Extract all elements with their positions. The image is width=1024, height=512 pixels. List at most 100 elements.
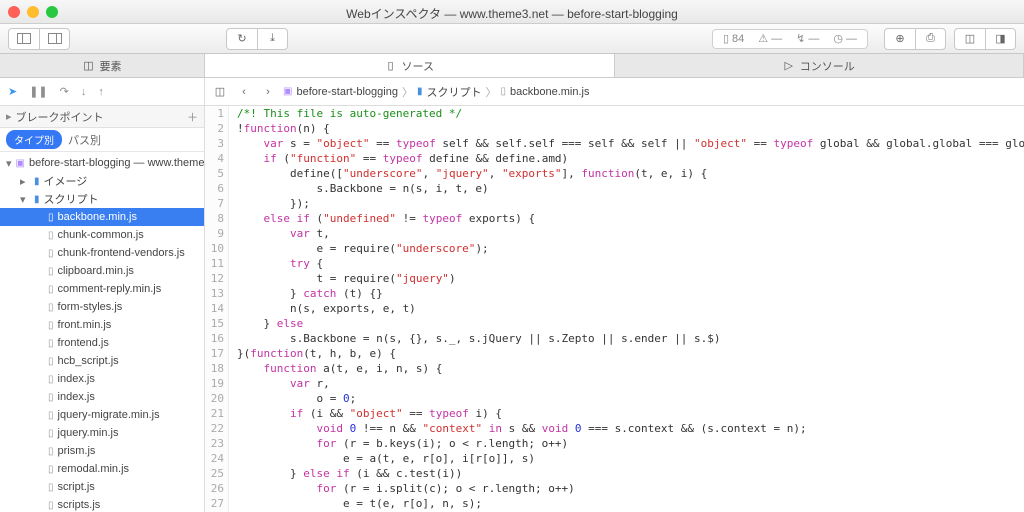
filter-path[interactable]: パス別 bbox=[68, 132, 101, 148]
tab-source[interactable]: ▯ソース bbox=[205, 54, 615, 77]
js-icon: ▯ bbox=[48, 356, 54, 367]
tree-folder-image[interactable]: ▸▮イメージ bbox=[0, 172, 204, 190]
close-button[interactable] bbox=[8, 6, 20, 18]
source-icon: ▯ bbox=[385, 60, 397, 72]
dock-right-icon[interactable]: ◨ bbox=[985, 29, 1015, 49]
minimize-button[interactable] bbox=[27, 6, 39, 18]
js-icon: ▯ bbox=[48, 446, 54, 457]
sidebar-left-icon[interactable] bbox=[9, 29, 39, 49]
js-icon: ▯ bbox=[48, 374, 54, 385]
titlebar: Webインスペクタ — www.theme3.net — before-star… bbox=[0, 0, 1024, 24]
js-icon: ▯ bbox=[48, 428, 54, 439]
tree-file[interactable]: ▯comment-reply.min.js bbox=[0, 280, 204, 298]
back-icon[interactable]: ‹ bbox=[235, 86, 253, 98]
js-icon: ▯ bbox=[48, 320, 54, 331]
tree-file[interactable]: ▯chunk-frontend-vendors.js bbox=[0, 244, 204, 262]
step-over-icon[interactable]: ↷ bbox=[60, 85, 69, 98]
js-icon: ▯ bbox=[48, 230, 54, 241]
plus-icon[interactable]: ＋ bbox=[187, 109, 198, 125]
download-icon[interactable]: ⤓ bbox=[257, 29, 287, 49]
disclosure-icon: ▸ bbox=[6, 110, 12, 123]
window-controls bbox=[8, 6, 58, 18]
tree-file[interactable]: ▯front.min.js bbox=[0, 316, 204, 334]
file-count: ▯84 bbox=[723, 32, 744, 45]
print-icon[interactable]: ⎙ bbox=[915, 29, 945, 49]
bc-file[interactable]: backbone.min.js bbox=[510, 86, 590, 98]
breakpoints-label: ブレークポイント bbox=[16, 109, 104, 125]
tree-file[interactable]: ▯clipboard.min.js bbox=[0, 262, 204, 280]
tree-file[interactable]: ▯jquery-migrate.min.js bbox=[0, 406, 204, 424]
console-icon: ▷ bbox=[783, 60, 795, 72]
tree-folder-script[interactable]: ▾▮スクリプト bbox=[0, 190, 204, 208]
timer-icon: ◷ bbox=[833, 32, 843, 45]
split-icon[interactable]: ◫ bbox=[211, 85, 229, 98]
tree-file[interactable]: ▯index.js bbox=[0, 370, 204, 388]
js-icon: ▯ bbox=[48, 464, 54, 475]
tree-root[interactable]: ▾▣before-start-blogging — www.theme3.net bbox=[0, 154, 204, 172]
tree-file[interactable]: ▯index.js bbox=[0, 388, 204, 406]
zoom-button[interactable] bbox=[46, 6, 58, 18]
step-into-icon[interactable]: ↓ bbox=[81, 86, 87, 98]
crosshair-icon[interactable]: ⊕ bbox=[885, 29, 915, 49]
bc-page[interactable]: before-start-blogging bbox=[296, 86, 398, 98]
filter-type[interactable]: タイプ別 bbox=[6, 130, 62, 149]
js-icon: ▯ bbox=[48, 284, 54, 295]
toolbar: ↻ ⤓ ▯84 ⚠︎— ↯— ◷— ⊕ ⎙ ◫ ◨ bbox=[0, 24, 1024, 54]
step-out-icon[interactable]: ↑ bbox=[98, 86, 104, 98]
breakpoints-header[interactable]: ▸ ブレークポイント ＋ bbox=[0, 106, 204, 128]
folder-icon: ▮ bbox=[417, 86, 423, 97]
sidebar: ▸ ブレークポイント ＋ タイプ別 パス別 ▾▣before-start-blo… bbox=[0, 106, 205, 512]
tree-file[interactable]: ▯remodal.min.js bbox=[0, 460, 204, 478]
source-nav: ◫ ‹ › ▣ before-start-blogging 〉 ▮ スクリプト … bbox=[205, 78, 1024, 105]
breakpoint-icon[interactable]: ➤ bbox=[8, 85, 17, 98]
js-icon: ▯ bbox=[48, 392, 54, 403]
js-icon: ▯ bbox=[48, 302, 54, 313]
main-split: ▸ ブレークポイント ＋ タイプ別 パス別 ▾▣before-start-blo… bbox=[0, 106, 1024, 512]
js-icon: ▯ bbox=[48, 500, 54, 511]
js-icon: ▯ bbox=[500, 86, 506, 97]
window-title: Webインスペクタ — www.theme3.net — before-star… bbox=[346, 5, 678, 22]
document-icon: ▯ bbox=[723, 32, 729, 45]
warning-icon: ⚠︎ bbox=[758, 32, 768, 45]
js-icon: ▯ bbox=[48, 212, 54, 223]
tree-file[interactable]: ▯backbone.min.js bbox=[0, 208, 204, 226]
tree-file[interactable]: ▯jquery.min.js bbox=[0, 424, 204, 442]
js-icon: ▯ bbox=[48, 338, 54, 349]
inspector-row: ➤ ❚❚ ↷ ↓ ↑ ◫ ‹ › ▣ before-start-blogging… bbox=[0, 78, 1024, 106]
bc-folder[interactable]: スクリプト bbox=[426, 84, 481, 100]
tab-console[interactable]: ▷コンソール bbox=[615, 54, 1024, 77]
status-bar: ▯84 ⚠︎— ↯— ◷— bbox=[712, 29, 868, 49]
tree-file[interactable]: ▯frontend.js bbox=[0, 334, 204, 352]
tree-file[interactable]: ▯hcb_script.js bbox=[0, 352, 204, 370]
sidebar-right-icon[interactable] bbox=[39, 29, 69, 49]
dock-window-icon[interactable]: ◫ bbox=[955, 29, 985, 49]
forward-icon[interactable]: › bbox=[259, 86, 277, 98]
tab-elements[interactable]: ◫要素 bbox=[0, 54, 205, 77]
reload-group: ↻ ⤓ bbox=[226, 28, 288, 50]
tree-file[interactable]: ▯chunk-common.js bbox=[0, 226, 204, 244]
sidebar-toggle-group bbox=[8, 28, 70, 50]
breadcrumb: ▣ before-start-blogging 〉 ▮ スクリプト 〉 ▯ ba… bbox=[283, 84, 590, 100]
dock-group: ◫ ◨ bbox=[954, 28, 1016, 50]
network-count: ↯— bbox=[796, 32, 819, 45]
pause-icon[interactable]: ❚❚ bbox=[29, 85, 47, 98]
warnings-count: ⚠︎— bbox=[758, 32, 782, 45]
js-icon: ▯ bbox=[48, 248, 54, 259]
tree-file[interactable]: ▯prism.js bbox=[0, 442, 204, 460]
tree-file[interactable]: ▯script.js bbox=[0, 478, 204, 496]
elements-icon: ◫ bbox=[83, 60, 95, 72]
line-gutter: 1 2 3 4 5 6 7 8 9 10 11 12 13 14 15 16 1… bbox=[205, 106, 229, 512]
debug-controls: ➤ ❚❚ ↷ ↓ ↑ bbox=[0, 78, 205, 105]
inspect-group: ⊕ ⎙ bbox=[884, 28, 946, 50]
tab-bar: ◫要素 ▯ソース ▷コンソール bbox=[0, 54, 1024, 78]
network-icon: ↯ bbox=[796, 32, 805, 45]
source-pane: 1 2 3 4 5 6 7 8 9 10 11 12 13 14 15 16 1… bbox=[205, 106, 1024, 512]
timer: ◷— bbox=[833, 32, 857, 45]
reload-icon[interactable]: ↻ bbox=[227, 29, 257, 49]
resource-tree: ▾▣before-start-blogging — www.theme3.net… bbox=[0, 152, 204, 512]
code-area[interactable]: /*! This file is auto-generated */ !func… bbox=[229, 106, 1024, 512]
tree-file[interactable]: ▯form-styles.js bbox=[0, 298, 204, 316]
js-icon: ▯ bbox=[48, 410, 54, 421]
tree-file[interactable]: ▯scripts.js bbox=[0, 496, 204, 512]
js-icon: ▯ bbox=[48, 482, 54, 493]
